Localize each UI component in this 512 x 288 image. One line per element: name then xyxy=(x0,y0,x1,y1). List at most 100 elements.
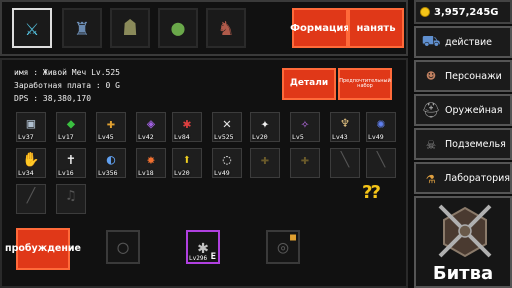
axe-icon: ✚ xyxy=(106,116,116,132)
shield-icon: ◐ xyxy=(106,152,116,168)
details-button[interactable]: Детали xyxy=(282,68,336,100)
gold-amount: 3,957,245G xyxy=(434,6,499,18)
item-level: Lv45 xyxy=(98,133,114,141)
hire-button[interactable]: нанять xyxy=(348,8,404,48)
rune-slot[interactable]: ✱ Lv296 E xyxy=(186,230,220,264)
item-level: Lv20 xyxy=(252,133,268,141)
whip-icon: ◌ xyxy=(222,152,232,168)
red-claw-slot[interactable]: ✱ Lv84 xyxy=(172,112,202,142)
bow-icon: ╲ xyxy=(340,152,350,168)
battle-label: Битва xyxy=(432,263,494,284)
ring-icon: ◎ xyxy=(277,236,289,258)
gem-icon: ◈ xyxy=(146,116,156,132)
caravan-icon: ⛟ xyxy=(421,32,441,50)
up-arrow-icon: ⬆ xyxy=(182,152,192,168)
item-level: Lv525 xyxy=(214,133,234,141)
purple-gem-slot[interactable]: ◈ Lv42 xyxy=(136,112,166,142)
sidebar-item-armory[interactable]: ⛑ Оружейная xyxy=(414,94,512,126)
star-wand-slot[interactable]: ✦ Lv20 xyxy=(250,112,280,142)
sidebar-item-label: Персонажи xyxy=(445,70,502,82)
demon-icon: ♞ xyxy=(219,15,233,41)
hero-slot-demon[interactable]: ♞ xyxy=(206,8,246,48)
scythe-icon: ╱ xyxy=(26,188,36,204)
locked-spear-slot[interactable]: ╲ xyxy=(366,148,396,178)
sidebar-item-label: Оружейная xyxy=(445,104,503,116)
blue-orb-slot[interactable]: ✺ Lv49 xyxy=(366,112,396,142)
violet-staff-slot[interactable]: ✧ Lv5 xyxy=(290,112,320,142)
item-level: Lv17 xyxy=(58,133,74,141)
sidebar-item-dungeon[interactable]: ☠ Подземелья xyxy=(414,128,512,160)
item-level: Lv49 xyxy=(368,133,384,141)
gauntlet-slot[interactable]: ✋ Lv34 xyxy=(16,148,46,178)
item-level: Lv49 xyxy=(214,169,230,177)
locked-vest-slot[interactable]: ✚ xyxy=(290,148,320,178)
crossed-swords-slot[interactable]: ✕ Lv525 xyxy=(212,112,242,142)
awaken-button[interactable]: пробуждение xyxy=(5,228,81,270)
sidebar-item-action[interactable]: ⛟ действие xyxy=(414,26,512,58)
tooth-icon: ✝ xyxy=(66,152,76,168)
up-arrow-slot[interactable]: ⬆ Lv20 xyxy=(172,148,202,178)
sidebar-item-laboratory[interactable]: ⚗ Лаборатория xyxy=(414,162,512,194)
vest-icon: ✚ xyxy=(300,152,310,168)
formation-button[interactable]: Формация xyxy=(290,8,350,48)
salary-line: Заработная плата : 0 G xyxy=(14,81,120,90)
dps-line: DPS : 38,380,170 xyxy=(14,94,92,103)
hero-slot-slime[interactable]: ● xyxy=(158,8,198,48)
unknown-items-icon[interactable]: ?? xyxy=(362,182,381,203)
item-level: Lv84 xyxy=(174,133,190,141)
whip-slot[interactable]: ◌ Lv49 xyxy=(212,148,242,178)
item-level: Lv16 xyxy=(58,169,74,177)
star-wand-icon: ✦ xyxy=(260,116,270,132)
spear-icon: ╲ xyxy=(376,152,386,168)
tooth-slot[interactable]: ✝ Lv16 xyxy=(56,148,86,178)
locked-note-slot[interactable]: ♫ xyxy=(56,184,86,214)
music-note-icon: ♫ xyxy=(66,188,76,204)
gold-coin-icon xyxy=(420,7,430,17)
sidebar-item-characters[interactable]: ☻ Персонажи xyxy=(414,60,512,92)
crossed-swords-shield-icon xyxy=(438,204,492,258)
locked-scythe-slot[interactable]: ╱ xyxy=(16,184,46,214)
locked-ring-slot[interactable]: ◎ ■ xyxy=(266,230,300,264)
lamp-icon: ♆ xyxy=(340,116,350,132)
item-level: Lv20 xyxy=(174,169,190,177)
golden-axe-slot[interactable]: ✚ Lv45 xyxy=(96,112,126,142)
gauntlet-icon: ✋ xyxy=(22,152,40,168)
green-blade-slot[interactable]: ◆ Lv17 xyxy=(56,112,86,142)
lamp-slot[interactable]: ♆ Lv43 xyxy=(330,112,360,142)
claw-icon: ✱ xyxy=(182,116,192,132)
sidebar-item-label: Лаборатория xyxy=(444,172,510,184)
hero-slot-crystal-sword[interactable]: ⚔ xyxy=(12,8,52,48)
fire-fist-slot[interactable]: ✸ Lv18 xyxy=(136,148,166,178)
preferred-set-button[interactable]: Предпочтительный набор xyxy=(338,68,392,100)
item-level: Lv18 xyxy=(138,169,154,177)
rune-letter: E xyxy=(210,252,216,262)
golem-icon: ♜ xyxy=(75,15,89,41)
slime-icon: ● xyxy=(171,15,185,41)
item-level: Lv37 xyxy=(18,133,34,141)
locked-bow-slot[interactable]: ╲ xyxy=(330,148,360,178)
shirt-icon: ✚ xyxy=(260,152,270,168)
orb-icon: ✺ xyxy=(376,116,386,132)
flask-icon: ⚗ xyxy=(426,169,436,187)
armor-icon: ▣ xyxy=(26,116,36,132)
shield-slot[interactable]: ◐ Lv356 xyxy=(96,148,126,178)
hero-slot-stone-golem[interactable]: ♜ xyxy=(62,8,102,48)
locked-shirt-slot[interactable]: ✚ xyxy=(250,148,280,178)
battle-button[interactable]: Битва xyxy=(414,196,512,288)
hero-name-line: имя : Живой Меч Lv.525 xyxy=(14,68,120,77)
item-level: Lv43 xyxy=(332,133,348,141)
staff-icon: ✧ xyxy=(300,116,310,132)
item-level: Lv5 xyxy=(292,133,304,141)
crossed-swords-icon: ✕ xyxy=(222,116,232,132)
helmet-icon: ⛑ xyxy=(421,101,441,119)
hero-slot-goblin[interactable]: ☗ xyxy=(110,8,150,48)
item-level: Lv34 xyxy=(18,169,34,177)
green-blade-icon: ◆ xyxy=(66,116,76,132)
crystal-sword-icon: ⚔ xyxy=(25,15,39,41)
fire-fist-icon: ✸ xyxy=(146,152,156,168)
rune-level: Lv296 xyxy=(189,255,208,262)
armor-slot[interactable]: ▣ Lv37 xyxy=(16,112,46,142)
empty-amulet-slot[interactable]: ◯ xyxy=(106,230,140,264)
lock-icon: ■ xyxy=(289,232,296,243)
sidebar-item-label: Подземелья xyxy=(445,138,506,150)
